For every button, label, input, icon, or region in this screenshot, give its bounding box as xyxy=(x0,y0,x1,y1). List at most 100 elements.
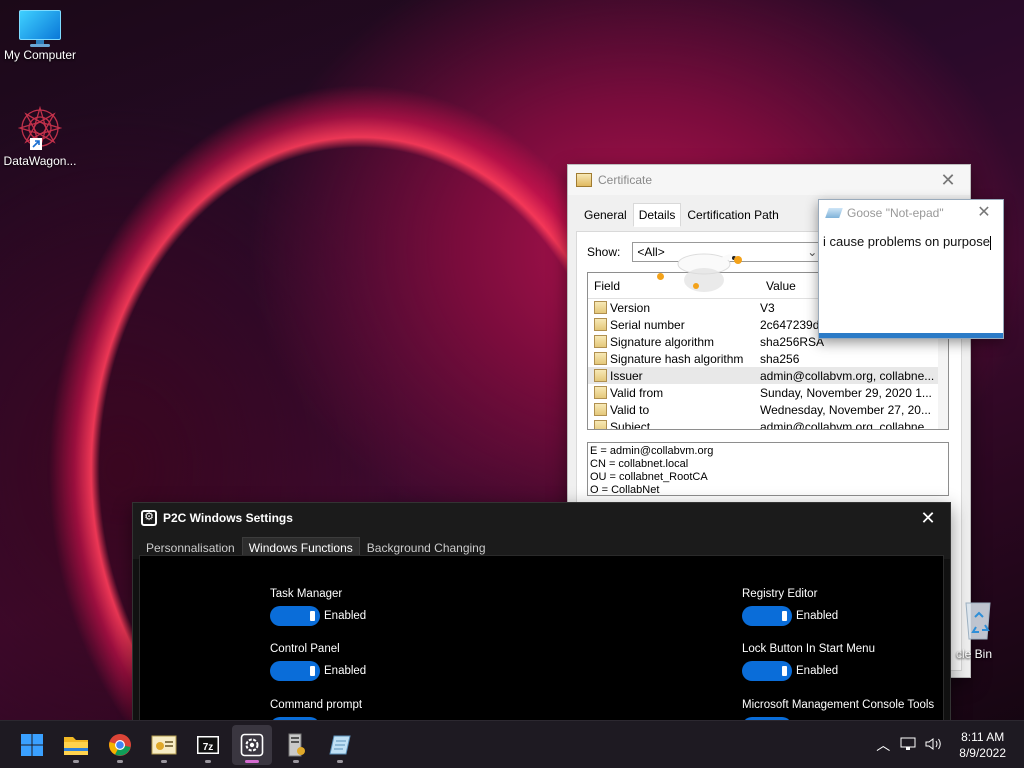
function-label: Control Panel xyxy=(270,643,340,655)
volume-icon[interactable] xyxy=(921,737,947,754)
start-icon xyxy=(21,734,43,756)
show-label: Show: xyxy=(587,245,621,259)
goose-notepad-window[interactable]: Goose "Not-epad" ✕ i cause problems on p… xyxy=(818,199,1004,339)
p2c-settings-window[interactable]: ⚙ P2C Windows Settings ✕ Personnalisatio… xyxy=(132,502,951,722)
certificate-field-icon xyxy=(594,301,607,314)
function-label: Task Manager xyxy=(270,588,343,600)
tab-certification-path[interactable]: Certification Path xyxy=(681,203,784,227)
chevron-down-icon: ⌄ xyxy=(807,245,818,259)
registry-editor-toggle[interactable] xyxy=(742,606,792,626)
svg-text:7z: 7z xyxy=(203,742,214,753)
network-icon[interactable] xyxy=(895,737,921,754)
table-row[interactable]: Signature hash algorithm sha256 xyxy=(588,350,948,367)
field-cell: Serial number xyxy=(588,318,760,332)
value-cell: admin@collabvm.org, collabne... xyxy=(760,419,935,430)
show-select-value: <All> xyxy=(637,245,665,259)
field-detail-box[interactable]: E = admin@collabvm.org CN = collabnet.lo… xyxy=(587,442,949,496)
certificate-field-icon xyxy=(594,420,607,429)
file-explorer-icon xyxy=(64,737,88,755)
notepad-icon xyxy=(825,208,843,218)
p2c-title: P2C Windows Settings xyxy=(163,511,293,525)
certificate-field-icon xyxy=(594,403,607,416)
field-name: Issuer xyxy=(610,368,643,383)
p2c-titlebar[interactable]: ⚙ P2C Windows Settings ✕ xyxy=(133,503,950,533)
control-panel-toggle[interactable] xyxy=(270,661,320,681)
certificate-field-icon xyxy=(594,335,607,348)
toggle-state: Enabled xyxy=(796,665,839,677)
field-cell: Subject xyxy=(588,419,760,430)
table-row[interactable]: Valid to Wednesday, November 27, 20... xyxy=(588,401,948,418)
field-cell: Valid from xyxy=(588,386,760,400)
field-cell: Issuer xyxy=(588,369,760,383)
start-button[interactable] xyxy=(12,725,52,765)
tab-details[interactable]: Details xyxy=(632,203,682,227)
taskbar-chrome[interactable] xyxy=(100,725,140,765)
desktop-icon-label: My Computer xyxy=(3,48,77,62)
chevron-up-icon[interactable]: ︿ xyxy=(871,735,895,755)
function-command-prompt: Command prompt xyxy=(270,699,363,720)
function-registry-editor: Registry Editor Enabled xyxy=(742,588,838,626)
settings-gear-icon xyxy=(240,733,264,757)
field-name: Signature hash algorithm xyxy=(610,351,744,366)
certificate-titlebar[interactable]: Certificate ✕ xyxy=(568,165,970,195)
notepad-bottom-bar xyxy=(819,333,1003,338)
tab-general[interactable]: General xyxy=(578,203,633,227)
goose-foot-icon xyxy=(657,273,664,280)
goose-notepad-text-area[interactable]: i cause problems on purpose xyxy=(819,226,1003,258)
mandala-shortcut-icon xyxy=(17,105,63,151)
detail-line: CN = collabnet.local xyxy=(590,458,689,470)
function-control-panel: Control Panel Enabled xyxy=(270,643,366,681)
certificate-field-icon xyxy=(594,386,607,399)
toggle-state: Enabled xyxy=(324,665,367,677)
gear-icon: ⚙ xyxy=(141,510,157,526)
taskbar-server-tool[interactable] xyxy=(276,725,316,765)
certificate-field-icon xyxy=(594,318,607,331)
field-cell: Signature hash algorithm xyxy=(588,352,760,366)
value-cell: sha256 xyxy=(760,351,800,366)
field-name: Subject xyxy=(610,419,651,430)
clock-time: 8:11 AM xyxy=(961,730,1005,744)
taskbar-p2c-settings[interactable] xyxy=(232,725,272,765)
column-header-value[interactable]: Value xyxy=(760,279,796,293)
desktop-goose-icon[interactable] xyxy=(659,250,746,296)
desktop-icon-my-computer[interactable]: My Computer xyxy=(0,10,80,62)
field-name: Serial number xyxy=(610,317,685,332)
taskbar: 7z ︿ 8:11 AM 8/9/2022 xyxy=(0,720,1024,768)
table-row[interactable]: Subject admin@collabvm.org, collabne... xyxy=(588,418,948,430)
close-icon[interactable]: ✕ xyxy=(914,504,942,532)
close-icon[interactable]: ✕ xyxy=(973,202,995,224)
function-task-manager: Task Manager Enabled xyxy=(270,588,366,626)
field-cell: Signature algorithm xyxy=(588,335,760,349)
recycle-bin-icon[interactable] xyxy=(958,597,998,641)
function-label: Microsoft Management Console Tools xyxy=(742,699,935,711)
field-name: Valid to xyxy=(610,402,650,417)
table-row[interactable]: Issuer admin@collabvm.org, collabne... xyxy=(588,367,948,384)
close-icon[interactable]: ✕ xyxy=(934,166,962,194)
function-label: Registry Editor xyxy=(742,588,818,600)
desktop-icon-datawagon[interactable]: DataWagon... xyxy=(0,105,80,168)
taskbar-notepad[interactable] xyxy=(320,725,360,765)
task-manager-toggle[interactable] xyxy=(270,606,320,626)
notepad-icon xyxy=(329,735,351,755)
certificate-manager-icon xyxy=(151,735,177,755)
certificate-title: Certificate xyxy=(598,173,653,187)
taskbar-file-explorer[interactable] xyxy=(56,725,96,765)
certificate-field-icon xyxy=(594,369,607,382)
lock-button-toggle[interactable] xyxy=(742,661,792,681)
table-row[interactable]: Valid from Sunday, November 29, 2020 1... xyxy=(588,384,948,401)
function-label: Command prompt xyxy=(270,699,363,711)
field-name: Version xyxy=(610,300,651,315)
desktop-icon-label: DataWagon... xyxy=(3,154,77,168)
clock-date: 8/9/2022 xyxy=(959,746,1006,760)
value-cell: Sunday, November 29, 2020 1... xyxy=(760,385,932,400)
clock[interactable]: 8:11 AM 8/9/2022 xyxy=(959,729,1006,761)
system-tray: ︿ 8:11 AM 8/9/2022 xyxy=(871,721,1024,768)
value-cell: Wednesday, November 27, 20... xyxy=(760,402,931,417)
goose-notepad-text: i cause problems on purpose xyxy=(823,234,990,249)
value-cell: admin@collabvm.org, collabne... xyxy=(760,368,935,383)
taskbar-certificate-manager[interactable] xyxy=(144,725,184,765)
taskbar-7zip[interactable]: 7z xyxy=(188,725,228,765)
function-label: Lock Button In Start Menu xyxy=(742,643,875,655)
detail-line: E = admin@collabvm.org xyxy=(590,445,714,457)
goose-notepad-titlebar[interactable]: Goose "Not-epad" ✕ xyxy=(819,200,1003,226)
